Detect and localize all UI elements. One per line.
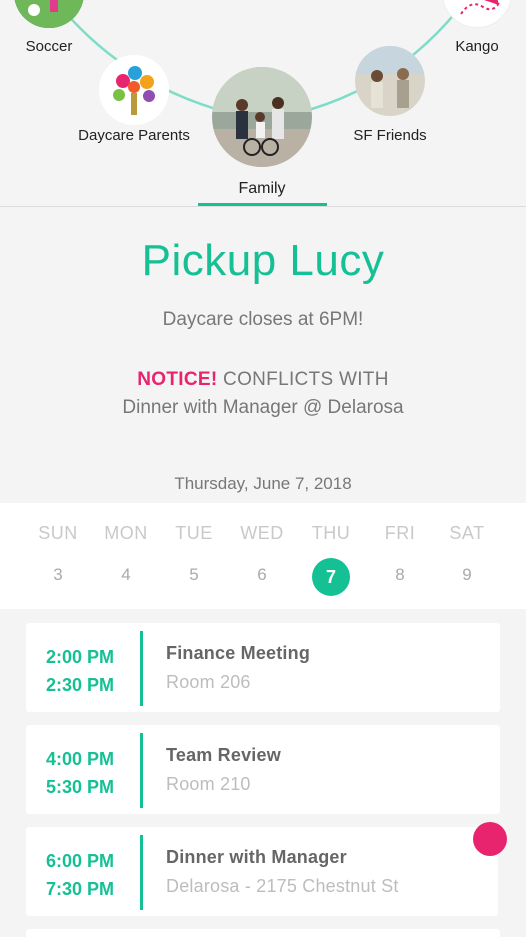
group-label-soccer: Soccer: [25, 38, 73, 55]
event-location: Room 210: [166, 774, 251, 794]
event-divider: [140, 733, 143, 808]
event-times: 4:00 PM 5:30 PM: [46, 745, 114, 801]
day-number: 3: [53, 565, 63, 584]
day-name: SUN: [38, 523, 78, 543]
event-times: 2:00 PM 2:30 PM: [46, 643, 114, 699]
day-name: THU: [311, 523, 351, 543]
event-card-dinner-with-manager[interactable]: 6:00 PM 7:30 PM Dinner with Manager Dela…: [26, 827, 498, 916]
day-name: SAT: [449, 523, 485, 543]
group-carousel: Soccer Kango Daycare Parents Family SF F…: [0, 0, 526, 207]
event-start-time: 6:00 PM: [46, 851, 115, 871]
event-times: 6:00 PM 7:30 PM: [46, 847, 114, 903]
group-label-sf-friends: SF Friends: [353, 127, 427, 144]
group-label-daycare-parents: Daycare Parents: [78, 127, 190, 144]
event-name: Finance Meeting: [166, 643, 311, 663]
selected-date: Thursday, June 7, 2018: [174, 474, 352, 493]
notice-text: CONFLICTS WITH: [217, 369, 389, 390]
event-name: Team Review: [166, 745, 281, 765]
group-label-kango: Kango: [455, 38, 499, 55]
sf-friends-avatar: [355, 46, 425, 116]
event-end-time: 5:30 PM: [46, 777, 115, 797]
event-end-time: 7:30 PM: [46, 879, 115, 899]
event-start-time: 2:00 PM: [46, 647, 115, 667]
event-end-time: 2:30 PM: [46, 675, 115, 695]
daycare-avatar: [99, 55, 169, 125]
friends-photo-icon: [355, 46, 425, 116]
day-number: 5: [189, 565, 199, 584]
day-name: WED: [240, 523, 284, 543]
event-location: Room 206: [166, 672, 251, 692]
conflict-notice: NOTICE! CONFLICTS WITH: [0, 369, 526, 391]
event-subtitle: Daycare closes at 6PM!: [162, 309, 364, 330]
event-card-finance-meeting[interactable]: 2:00 PM 2:30 PM Finance Meeting Room 206: [26, 623, 500, 712]
event-name: Dinner with Manager: [166, 847, 347, 867]
event-card-partial[interactable]: [26, 929, 500, 937]
header-divider: [0, 206, 526, 207]
handprint-tree-icon: [99, 55, 169, 125]
day-name: TUE: [175, 523, 213, 543]
event-location: Delarosa - 2175 Chestnut St: [166, 876, 399, 896]
day-number: 8: [395, 565, 405, 584]
day-name: MON: [104, 523, 148, 543]
day-number: 6: [257, 565, 267, 584]
event-start-time: 4:00 PM: [46, 749, 115, 769]
conflict-event[interactable]: Dinner with Manager @ Delarosa: [0, 397, 526, 419]
group-label-family: Family: [238, 180, 286, 197]
day-number: 4: [121, 565, 131, 584]
day-number-selected: 7: [312, 558, 350, 596]
family-avatar: [212, 67, 312, 167]
event-divider: [140, 631, 143, 706]
week-strip: SUN 3 MON 4 TUE 5 WED 6 THU 7 FRI 8 SAT …: [0, 503, 526, 609]
event-divider: [140, 835, 143, 910]
day-name: FRI: [384, 523, 416, 543]
event-title: Pickup Lucy: [141, 236, 385, 285]
family-bike-photo-icon: [212, 67, 312, 167]
event-card-team-review[interactable]: 4:00 PM 5:30 PM Team Review Room 210: [26, 725, 500, 814]
conflict-indicator-dot[interactable]: [473, 822, 507, 856]
notice-label: NOTICE!: [137, 369, 218, 390]
day-number: 9: [462, 565, 472, 584]
